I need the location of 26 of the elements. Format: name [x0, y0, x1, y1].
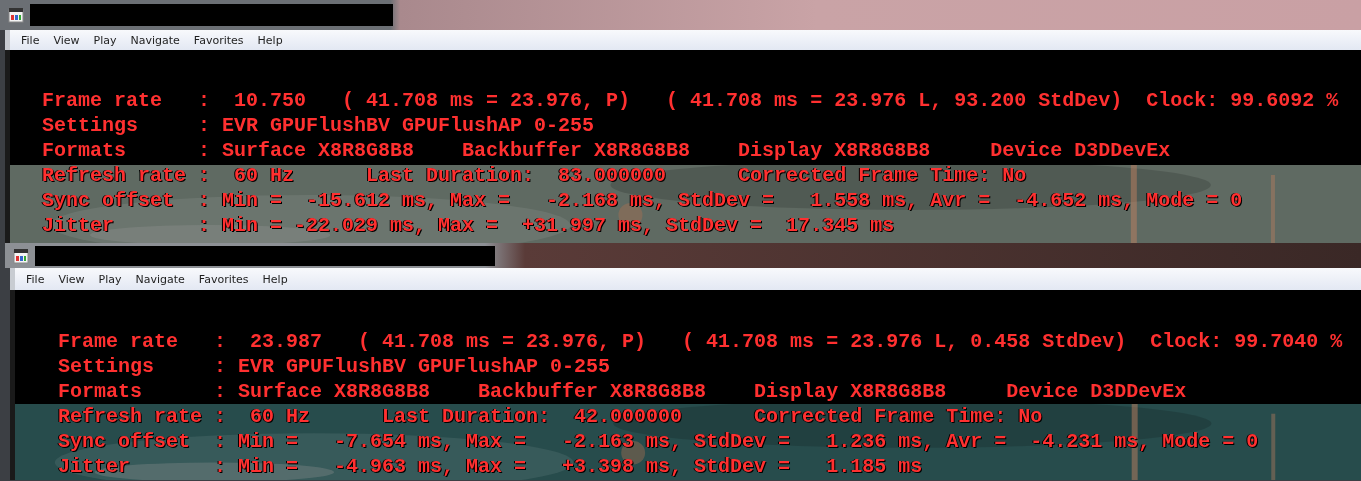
stats-line: Jitter : Min = -22.029 ms, Max = +31.997 ms, StdDev = 17.345 ms [42, 213, 896, 238]
stats-line: Sync offset : Min = -7.654 ms, Max = -2.163 ms, StdDev = 1.236 ms, Avr = -4.231 ms, Mode = 0 [58, 429, 1260, 454]
menu-item[interactable]: Help [255, 272, 295, 286]
menu-item[interactable]: Navigate [123, 33, 187, 47]
menu-item[interactable]: View [51, 272, 92, 286]
menu-item[interactable]: Favorites [186, 33, 251, 47]
stats-line: Settings : EVR GPUFlushBV GPUFlushAP 0-255 [42, 113, 596, 138]
stats-line: Refresh rate : 60 Hz Last Duration: 83.000000 Corrected Frame Time: No [42, 163, 1028, 188]
stats-line: Formats : Surface X8R8G8B8 Backbuffer X8R8G8B8 Display X8R8G8B8 Device D3DDevEx [58, 379, 1188, 404]
menu-item[interactable]: Play [91, 272, 129, 286]
stats-line: Frame rate : 10.750 ( 41.708 ms = 23.976, P) ( 41.708 ms = 23.976 L, 93.200 StdDev) Clock: 99.6092 % [42, 88, 1339, 113]
menu-item[interactable]: Play [86, 33, 124, 47]
stats-line: Formats : Surface X8R8G8B8 Backbuffer X8R8G8B8 Display X8R8G8B8 Device D3DDevEx [42, 138, 1172, 163]
stats-line: Jitter : Min = -4.963 ms, Max = +3.398 ms, StdDev = 1.185 ms [58, 454, 924, 479]
stats-line: Sync offset : Min = -15.612 ms, Max = -2.168 ms, StdDev = 1.558 ms, Avr = -4.652 ms, Mode = 0 [42, 188, 1244, 213]
app-icon [8, 7, 24, 23]
menu-item[interactable]: Favorites [191, 272, 256, 286]
stats-line: Frame rate : 23.987 ( 41.708 ms = 23.976, P) ( 41.708 ms = 23.976 L, 0.458 StdDev) Clock: 99.7040 % [58, 329, 1343, 354]
menu-item[interactable]: Navigate [128, 272, 192, 286]
menu-item[interactable]: View [46, 33, 87, 47]
menu-item[interactable]: File [19, 272, 52, 286]
stats-line: Settings : EVR GPUFlushBV GPUFlushAP 0-255 [58, 354, 612, 379]
menu-item[interactable]: Help [250, 33, 290, 47]
stats-line: Refresh rate : 60 Hz Last Duration: 42.000000 Corrected Frame Time: No [58, 404, 1044, 429]
menu-item[interactable]: File [14, 33, 47, 47]
app-icon [13, 247, 29, 264]
